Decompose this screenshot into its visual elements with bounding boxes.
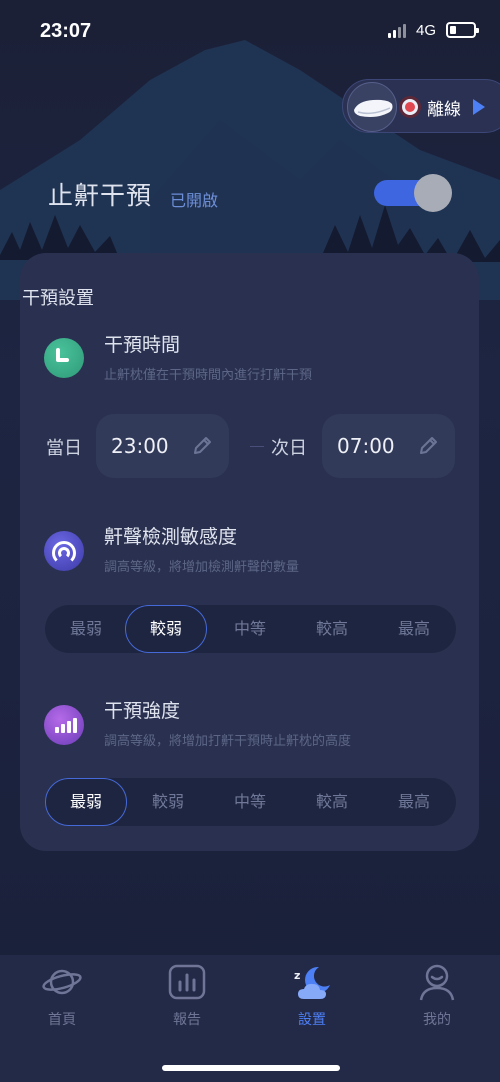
time-range-divider (250, 446, 264, 447)
tab-profile[interactable]: 我的 (387, 963, 487, 1033)
tab-settings[interactable]: z 設置 (262, 963, 362, 1033)
strength-option-weakest[interactable]: 最弱 (45, 778, 127, 826)
network-type: 4G (416, 22, 437, 39)
moon-cloud-icon: z (294, 966, 330, 999)
tab-report[interactable]: 報告 (137, 963, 237, 1033)
user-icon (419, 964, 455, 1001)
start-time-value: 23:00 (111, 434, 169, 458)
start-time-field[interactable]: 23:00 (96, 414, 229, 478)
page-title: 止鼾干預 (48, 181, 153, 210)
bottom-tab-bar: 首頁 報告 z 設置 我的 (0, 955, 500, 1082)
sound-wave-icon (44, 531, 84, 571)
sensitivity-desc: 調高等級，將增加檢測鼾聲的數量 (104, 560, 300, 575)
sensitivity-option-high[interactable]: 較高 (291, 605, 373, 653)
tab-profile-label: 我的 (423, 1012, 451, 1028)
home-indicator[interactable] (162, 1065, 340, 1071)
edit-pencil-icon (420, 437, 437, 454)
device-status-label: 離線 (427, 100, 461, 120)
edit-pencil-icon (194, 437, 211, 454)
bar-chart-icon (168, 964, 206, 1000)
status-time: 23:07 (40, 20, 92, 42)
battery-icon (446, 22, 479, 38)
strength-selector: 最弱 較弱 中等 較高 最高 (45, 778, 456, 826)
sensitivity-option-highest[interactable]: 最高 (373, 605, 455, 653)
tab-home-label: 首頁 (48, 1012, 76, 1028)
svg-text:z: z (294, 969, 300, 982)
sensitivity-option-medium[interactable]: 中等 (209, 605, 291, 653)
tab-report-label: 報告 (173, 1012, 201, 1028)
signal-icon (388, 24, 406, 38)
status-bar: 23:07 4G (0, 0, 500, 62)
sensitivity-option-weak[interactable]: 較弱 (125, 605, 207, 653)
strength-chart-icon (44, 705, 84, 745)
offline-indicator-icon (399, 96, 421, 118)
snore-intervention-toggle[interactable] (374, 174, 456, 212)
sensitivity-option-weakest[interactable]: 最弱 (45, 605, 127, 653)
end-time-field[interactable]: 07:00 (322, 414, 455, 478)
time-section-title: 干預時間 (104, 334, 181, 356)
tab-home[interactable]: 首頁 (12, 963, 112, 1033)
pillow-icon (347, 82, 397, 132)
planet-icon (42, 969, 82, 995)
strength-option-medium[interactable]: 中等 (209, 778, 291, 826)
strength-option-high[interactable]: 較高 (291, 778, 373, 826)
time-section-desc: 止鼾枕僅在干預時間內進行打鼾干預 (104, 368, 313, 383)
strength-option-weak[interactable]: 較弱 (127, 778, 209, 826)
end-time-value: 07:00 (337, 434, 395, 458)
sensitivity-title: 鼾聲檢測敏感度 (104, 526, 238, 548)
settings-title: 干預設置 (22, 288, 94, 309)
play-arrow-icon (473, 99, 485, 115)
tab-settings-label: 設置 (298, 1012, 326, 1028)
device-status-pill[interactable]: 離線 (342, 79, 500, 133)
strength-option-highest[interactable]: 最高 (373, 778, 455, 826)
strength-title: 干預強度 (104, 700, 181, 722)
toggle-knob (414, 174, 452, 212)
enable-status: 已開啟 (170, 191, 219, 210)
sensitivity-selector: 最弱 較弱 中等 較高 最高 (45, 605, 456, 653)
clock-icon (44, 338, 84, 378)
end-day-label: 次日 (271, 438, 307, 459)
settings-card (20, 253, 479, 851)
strength-desc: 調高等級，將增加打鼾干預時止鼾枕的高度 (104, 734, 352, 749)
start-day-label: 當日 (46, 438, 82, 459)
